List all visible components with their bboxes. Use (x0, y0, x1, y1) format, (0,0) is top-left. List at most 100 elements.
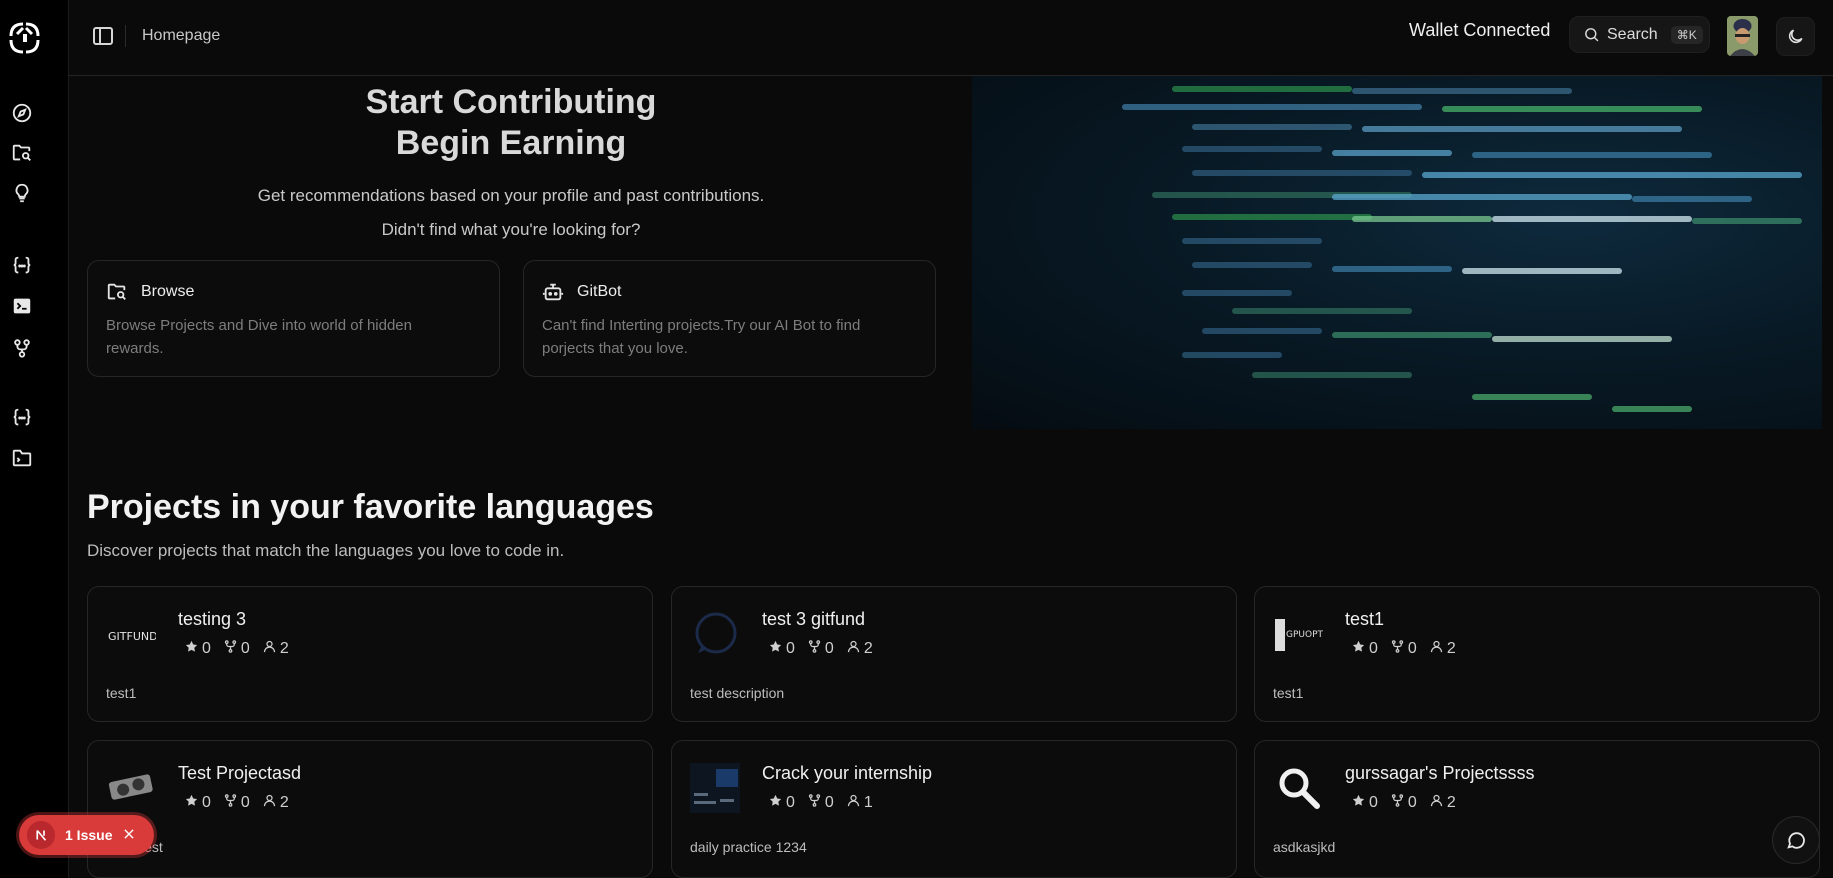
star-icon (768, 639, 783, 659)
star-icon (184, 639, 199, 659)
theme-toggle-button[interactable] (1776, 17, 1815, 56)
folder-terminal-icon[interactable] (10, 446, 34, 470)
code-line-decoration (1332, 266, 1452, 272)
code-line-decoration (1332, 332, 1492, 338)
chat-bubble-icon (1787, 832, 1805, 849)
hero-subtitle: Get recommendations based on your profil… (257, 186, 765, 205)
project-description: test1 (1273, 685, 1304, 701)
project-name[interactable]: testing 3 (178, 609, 246, 630)
code-line-decoration (1182, 352, 1282, 358)
sidebar-toggle-icon[interactable] (91, 24, 115, 48)
logo-icon[interactable] (8, 20, 41, 56)
hero-code-image (972, 76, 1822, 429)
contributors-icon (1429, 793, 1444, 813)
project-stats: 0 0 2 (1351, 793, 1456, 813)
star-count: 0 (786, 794, 795, 811)
project-name[interactable]: Test Projectasd (178, 763, 301, 784)
project-thumbnail: GPUOPTIM (1273, 609, 1323, 659)
search-icon (1585, 28, 1599, 42)
folder-search-icon (106, 281, 128, 303)
gitbot-card[interactable]: GitBot Can't find Interting projects.Try… (523, 260, 936, 377)
code-line-decoration (1232, 308, 1412, 314)
code-line-decoration (1362, 126, 1682, 132)
issues-badge[interactable]: 1 Issue (19, 815, 154, 855)
code-line-decoration (1632, 196, 1752, 202)
fork-icon (1390, 793, 1405, 813)
gitbot-card-description: Can't find Interting projects.Try our AI… (542, 317, 861, 357)
braces-icon[interactable] (10, 254, 34, 278)
code-line-decoration (1172, 214, 1372, 220)
project-thumbnail (690, 609, 740, 659)
fork-count: 0 (1407, 640, 1417, 657)
compass-icon[interactable] (10, 101, 34, 125)
project-description: test1 (106, 685, 137, 701)
star-count: 0 (1369, 640, 1378, 657)
project-card[interactable]: test 3 gitfund 0 0 2 test description (671, 586, 1237, 722)
project-name[interactable]: test 3 gitfund (762, 609, 865, 630)
contributors-icon (262, 639, 277, 659)
moon-icon (1788, 29, 1803, 44)
browse-card-description: Browse Projects and Dive into world of h… (106, 317, 412, 357)
project-card[interactable]: Crack your internship 0 0 1 daily practice 1… (671, 740, 1237, 878)
contributor-count: 2 (279, 794, 289, 811)
project-card[interactable]: Test Projectasd002ption test (87, 740, 653, 878)
code-line-decoration (1612, 406, 1692, 412)
fork-count: 0 (824, 640, 834, 657)
code-line-decoration (1122, 104, 1422, 110)
star-icon (184, 793, 199, 813)
contributor-count: 2 (1446, 794, 1456, 811)
code-line-decoration (1332, 150, 1452, 156)
code-line-decoration (1462, 268, 1622, 274)
sidebar (0, 0, 69, 878)
project-name[interactable]: test1 (1345, 609, 1384, 630)
project-card[interactable]: gurssagar's Projectssss 0 0 2 asdkasjkd (1254, 740, 1820, 878)
contributors-icon (846, 793, 861, 813)
git-merge-icon[interactable] (10, 336, 34, 360)
star-count: 0 (1369, 794, 1378, 811)
fork-count: 0 (824, 794, 834, 811)
terminal-icon[interactable] (10, 294, 34, 318)
search-button[interactable]: Search ⌘K (1569, 16, 1710, 53)
project-card[interactable]: GPUOPTIM test1 0 0 2 test1 (1254, 586, 1820, 722)
star-count: 0 (202, 794, 211, 811)
project-name[interactable]: Crack your internship (762, 763, 932, 784)
star-count: 0 (786, 640, 795, 657)
contributor-count: 2 (279, 640, 289, 657)
fork-count: 0 (1407, 794, 1417, 811)
fork-icon (223, 793, 238, 813)
folder-search-icon[interactable] (10, 141, 34, 165)
avatar[interactable] (1727, 16, 1758, 56)
project-card[interactable]: GITFUND testing 3 0 0 2 test1 (87, 586, 653, 722)
bot-icon (542, 281, 564, 303)
hero-title-line2: Begin Earning (395, 124, 627, 162)
contributors-icon (262, 793, 277, 813)
project-description: daily practice 1234 (690, 839, 807, 855)
lightbulb-icon[interactable] (10, 181, 34, 205)
project-name[interactable]: gurssagar's Projectssss (1345, 763, 1535, 784)
code-line-decoration (1422, 172, 1802, 178)
code-line-decoration (1182, 146, 1322, 152)
fork-icon (223, 639, 238, 659)
project-stats: 0 0 1 (768, 793, 873, 813)
breadcrumb[interactable]: Homepage (142, 27, 220, 45)
chat-button[interactable] (1772, 816, 1820, 864)
braces-icon[interactable] (10, 406, 34, 430)
hero-title: Start Contributing Begin Earning (87, 82, 935, 164)
project-stats: 0 0 2 (184, 793, 289, 813)
star-icon (1351, 793, 1366, 813)
browse-card-title: Browse (141, 283, 195, 300)
close-icon[interactable] (122, 827, 136, 844)
code-line-decoration (1192, 170, 1412, 176)
wallet-status[interactable]: Wallet Connected (1409, 20, 1550, 41)
project-stats: 0 0 2 (768, 639, 873, 659)
code-line-decoration (1252, 372, 1412, 378)
code-line-decoration (1352, 88, 1572, 94)
search-label: Search (1607, 25, 1658, 43)
fork-icon (807, 793, 822, 813)
section-subtitle: Discover projects that match the languag… (87, 541, 565, 560)
code-line-decoration (1172, 86, 1352, 92)
browse-card[interactable]: Browse Browse Projects and Dive into wor… (87, 260, 500, 377)
code-line-decoration (1692, 218, 1802, 224)
contributor-count: 2 (863, 640, 873, 657)
project-description: test description (690, 685, 785, 701)
